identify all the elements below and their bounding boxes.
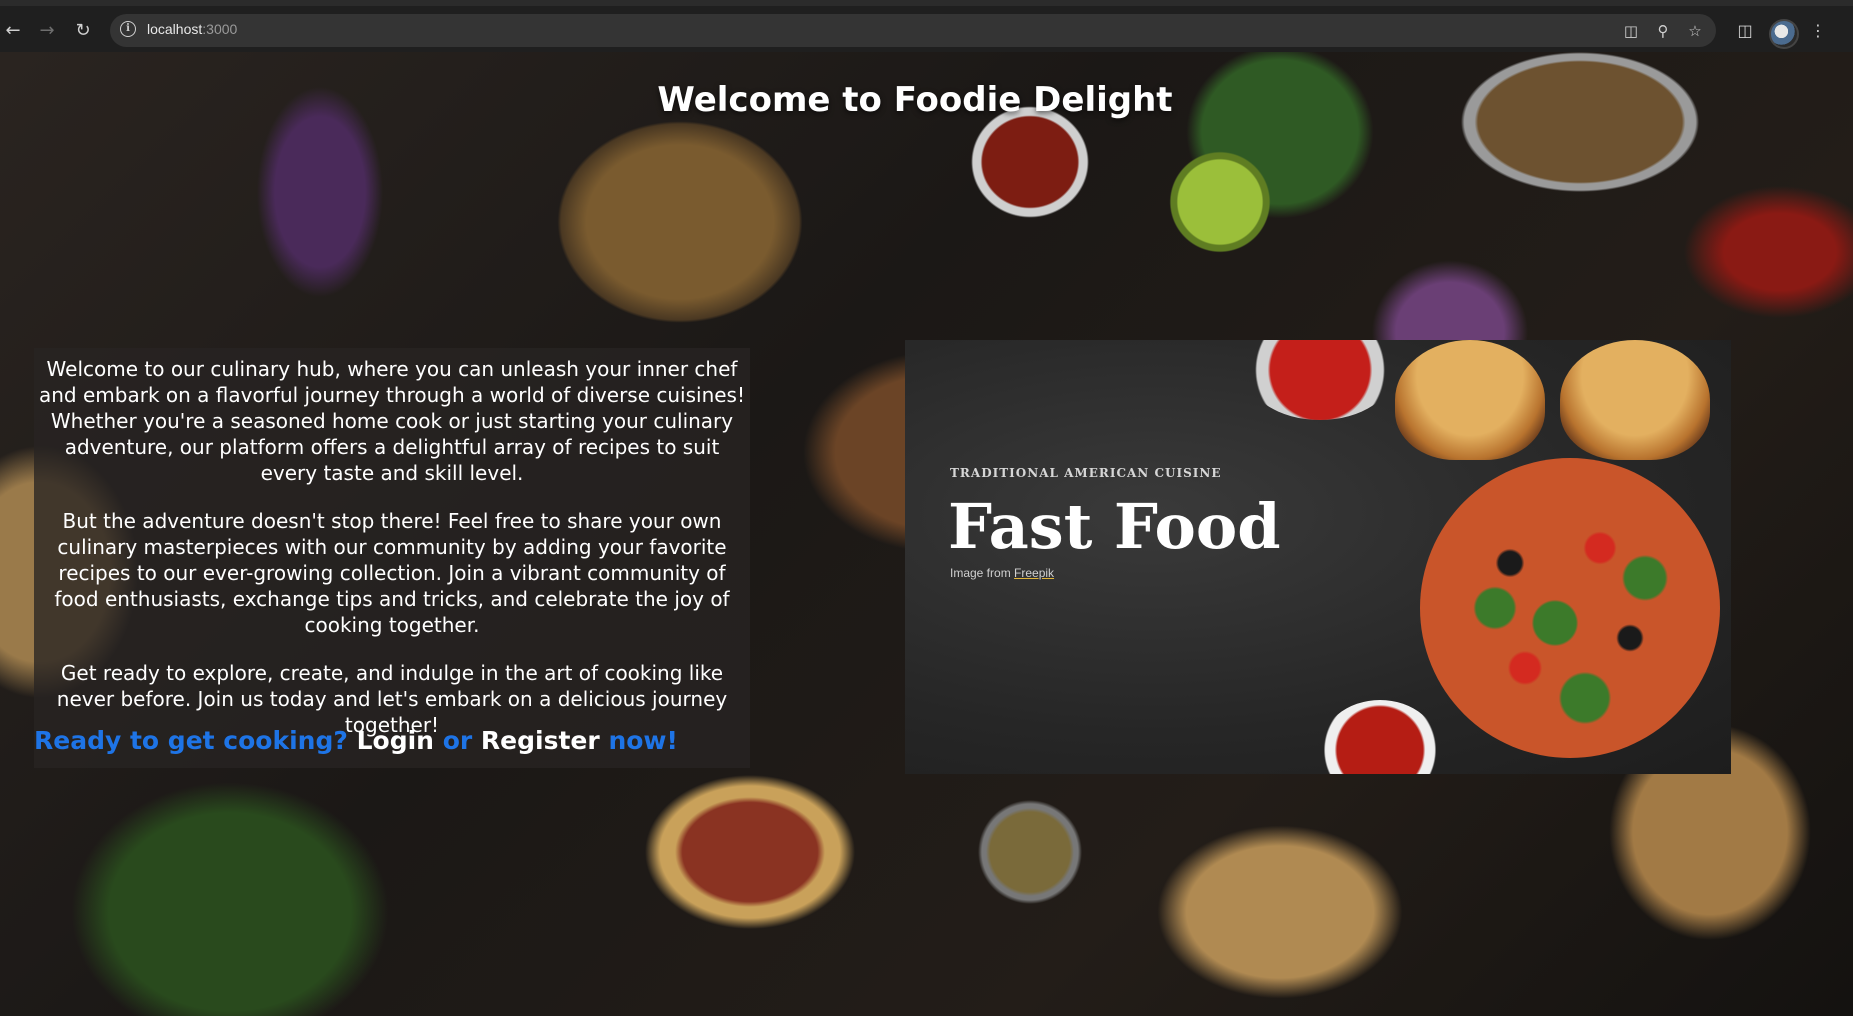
- url-host: localhost: [147, 21, 203, 37]
- login-link[interactable]: Login: [357, 726, 434, 755]
- cta-or: or: [442, 726, 473, 755]
- page-title: Welcome to Foodie Delight: [657, 80, 1173, 120]
- bookmark-star-icon[interactable]: ☆: [1684, 20, 1706, 42]
- pizza-image: [1420, 458, 1720, 758]
- burger-image: [1560, 340, 1710, 460]
- menu-kebab-icon[interactable]: ⋮: [1806, 18, 1830, 42]
- install-app-icon[interactable]: ◫: [1620, 20, 1642, 42]
- url-port: :3000: [202, 21, 238, 37]
- intro-box: Welcome to our culinary hub, where you c…: [34, 348, 750, 768]
- register-link[interactable]: Register: [481, 726, 600, 755]
- burger-image: [1395, 340, 1545, 460]
- cta-prefix: Ready to get cooking?: [34, 726, 348, 755]
- banner-headline: Fast Food: [948, 490, 1281, 563]
- zoom-icon[interactable]: ⚲: [1652, 20, 1674, 42]
- sauce-bowl-image: [1320, 700, 1440, 774]
- image-credit: Image from Freepik: [950, 566, 1054, 580]
- cta-suffix: now!: [608, 726, 678, 755]
- page-background: Welcome to Foodie Delight Welcome to our…: [0, 52, 1853, 1016]
- profile-avatar[interactable]: [1769, 19, 1799, 49]
- forward-icon[interactable]: →: [34, 17, 60, 43]
- side-panel-icon[interactable]: ◫: [1733, 18, 1757, 42]
- fast-food-banner: TRADITIONAL AMERICAN CUISINE Fast Food I…: [905, 340, 1731, 774]
- back-icon[interactable]: ←: [0, 17, 26, 43]
- address-bar[interactable]: i localhost:3000 ◫ ⚲ ☆: [110, 14, 1716, 47]
- intro-paragraph-1: Welcome to our culinary hub, where you c…: [39, 357, 745, 485]
- reload-icon[interactable]: ↻: [70, 17, 96, 43]
- url-text[interactable]: localhost:3000: [147, 21, 237, 37]
- freepik-link[interactable]: Freepik: [1014, 566, 1054, 580]
- cta-line: Ready to get cooking? Login or Register …: [34, 728, 678, 754]
- intro-paragraph-2: But the adventure doesn't stop there! Fe…: [54, 509, 730, 637]
- banner-tag: TRADITIONAL AMERICAN CUISINE: [950, 466, 1222, 480]
- browser-toolbar: ← → ↻ i localhost:3000 ◫ ⚲ ☆ ◫ ⋮: [0, 0, 1853, 52]
- credit-prefix: Image from: [950, 566, 1011, 580]
- site-info-icon[interactable]: i: [120, 21, 136, 37]
- tomato-bowl-image: [1245, 340, 1395, 420]
